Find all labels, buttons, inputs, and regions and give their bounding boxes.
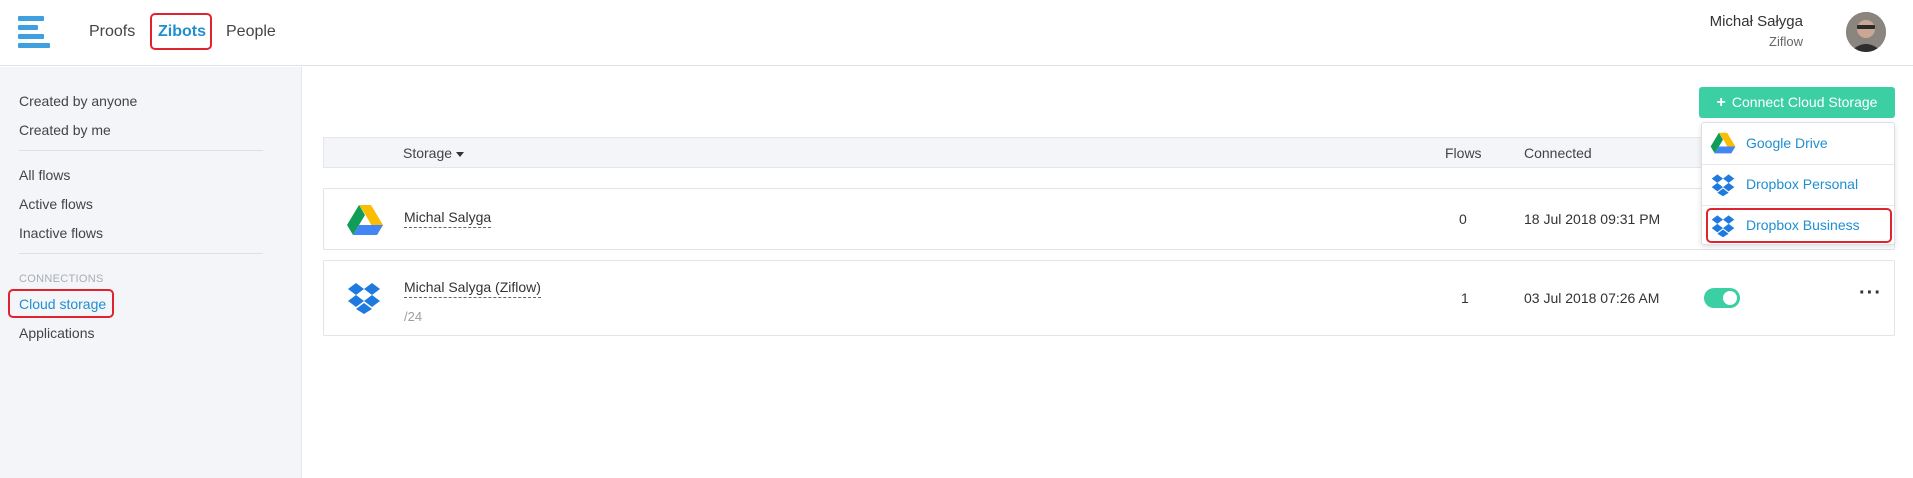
google-drive-icon xyxy=(1710,132,1736,154)
sidebar-divider xyxy=(19,150,263,151)
user-org: Ziflow xyxy=(1769,34,1803,49)
nav-people[interactable]: People xyxy=(226,20,276,44)
flows-count: 1 xyxy=(1461,290,1469,306)
filter-created-by-anyone[interactable]: Created by anyone xyxy=(19,93,137,109)
more-options-icon[interactable]: ··· xyxy=(1859,282,1882,305)
enabled-toggle[interactable] xyxy=(1704,288,1740,308)
dropbox-icon xyxy=(347,281,381,315)
sidebar-item-applications[interactable]: Applications xyxy=(19,325,95,341)
cloud-storage-dropdown: Google Drive Dropbox Personal Dropbox Bu… xyxy=(1701,122,1895,245)
connections-section-title: CONNECTIONS xyxy=(19,273,104,285)
filter-active-flows[interactable]: Active flows xyxy=(19,196,93,212)
dropdown-item-dropbox-personal[interactable]: Dropbox Personal xyxy=(1702,164,1894,204)
filter-created-by-me[interactable]: Created by me xyxy=(19,122,111,138)
user-name: Michał Sałyga xyxy=(1709,13,1803,30)
connected-date: 03 Jul 2018 07:26 AM xyxy=(1524,290,1660,306)
nav-zibots-highlight xyxy=(150,13,212,50)
storage-name-link[interactable]: Michal Salyga xyxy=(404,209,492,228)
dropdown-item-google-drive[interactable]: Google Drive xyxy=(1702,123,1894,163)
connect-cloud-storage-button[interactable]: + Connect Cloud Storage xyxy=(1699,87,1895,118)
table-row[interactable]: Michal Salyga 0 18 Jul 2018 09:31 PM xyxy=(323,188,1895,250)
google-drive-icon xyxy=(347,204,383,236)
sidebar: Created by anyone Created by me All flow… xyxy=(0,67,302,478)
nav-proofs[interactable]: Proofs xyxy=(89,20,135,44)
table-header: Storage Flows Connected xyxy=(323,137,1895,168)
column-flows: Flows xyxy=(1445,145,1482,161)
column-storage[interactable]: Storage xyxy=(403,145,465,161)
top-header: Proofs Zibots People Michał Sałyga Ziflo… xyxy=(0,0,1913,66)
flows-count: 0 xyxy=(1459,211,1467,227)
ziflow-logo-icon[interactable] xyxy=(18,15,50,48)
avatar[interactable] xyxy=(1846,12,1886,52)
dropbox-business-highlight xyxy=(1706,208,1892,243)
column-connected: Connected xyxy=(1524,145,1592,161)
plus-icon: + xyxy=(1716,94,1726,111)
storage-name-link[interactable]: Michal Salyga (Ziflow) xyxy=(404,279,541,298)
filter-all-flows[interactable]: All flows xyxy=(19,167,70,183)
storage-path: /24 xyxy=(404,309,423,324)
dropbox-icon xyxy=(1710,173,1736,197)
table-row[interactable]: Michal Salyga (Ziflow) /24 1 03 Jul 2018… xyxy=(323,260,1895,336)
connected-date: 18 Jul 2018 09:31 PM xyxy=(1524,211,1661,227)
sidebar-divider xyxy=(19,253,263,254)
cloud-storage-highlight xyxy=(8,289,114,318)
filter-inactive-flows[interactable]: Inactive flows xyxy=(19,225,103,241)
sort-caret-icon xyxy=(456,151,465,157)
